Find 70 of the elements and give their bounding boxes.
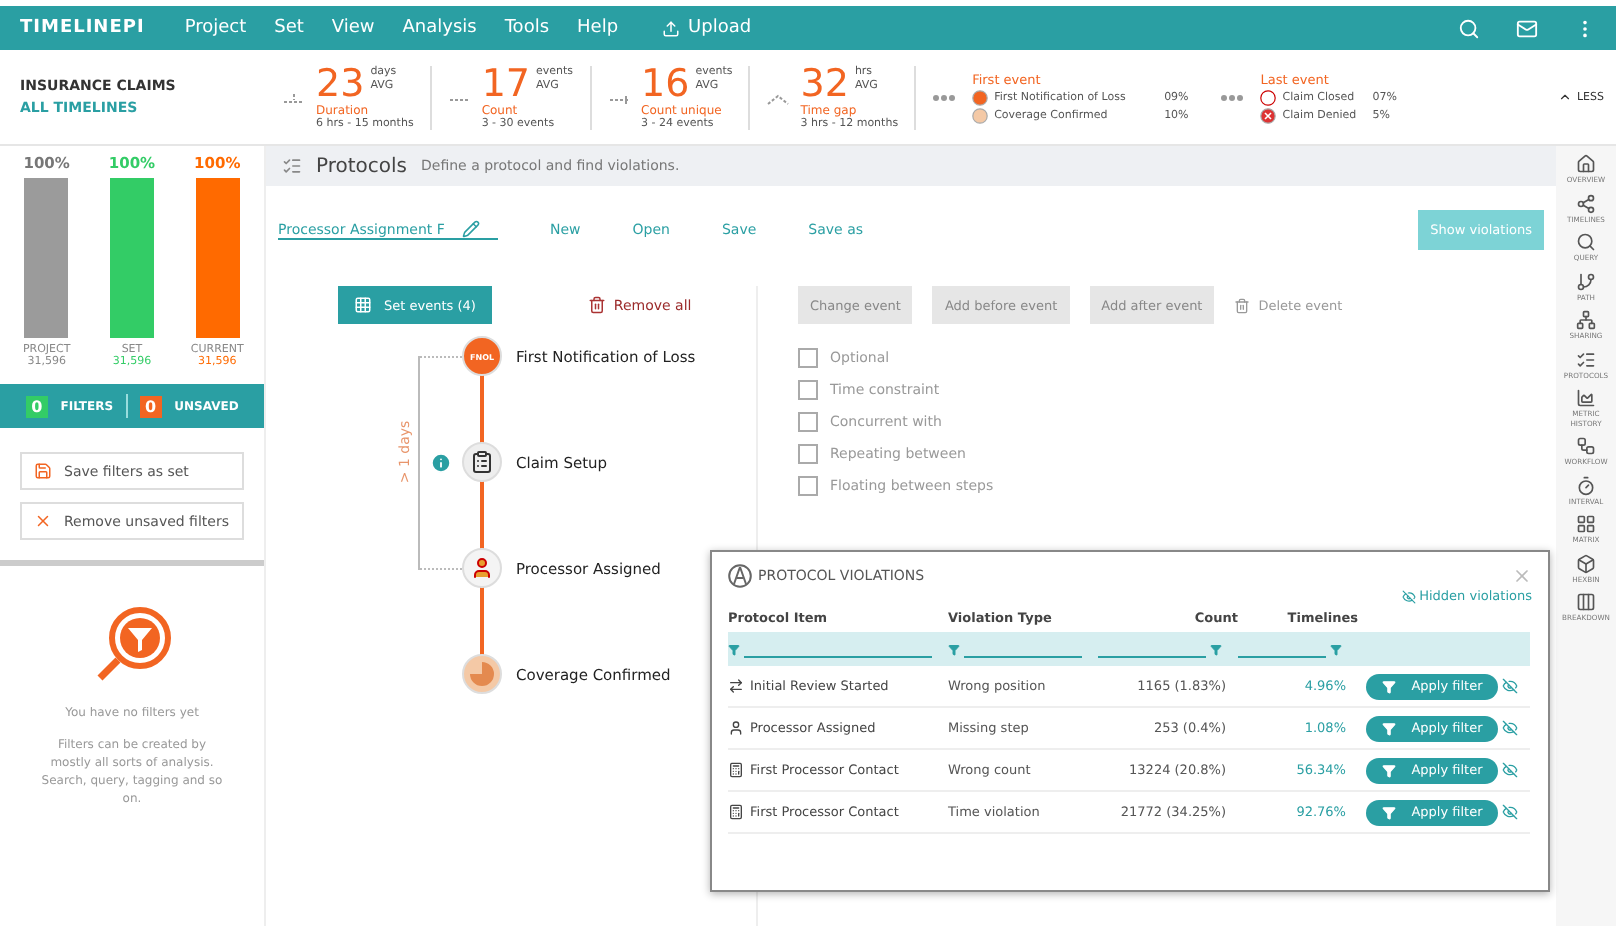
home-icon[interactable]	[1576, 154, 1596, 174]
columns-icon[interactable]	[1576, 592, 1596, 612]
pencil-icon	[462, 220, 480, 238]
checkbox[interactable]	[798, 476, 818, 496]
mail-icon[interactable]	[1516, 17, 1538, 39]
dots-icon	[1220, 93, 1245, 101]
badge-icon	[972, 89, 989, 105]
box-icon[interactable]	[1576, 553, 1596, 573]
checkbox[interactable]	[798, 444, 818, 464]
menu-item[interactable]: Help	[577, 18, 619, 38]
person-icon	[470, 556, 494, 580]
filter-icon	[1381, 679, 1396, 693]
filter-icon	[1381, 763, 1396, 777]
search-icon[interactable]	[1576, 232, 1596, 252]
arrows-icon	[728, 678, 744, 694]
filter-icon	[1381, 721, 1396, 735]
hide-icon[interactable]	[1502, 804, 1518, 820]
menu-item[interactable]: Project	[184, 18, 247, 38]
pie-icon	[470, 662, 494, 686]
filter-icon	[1330, 643, 1342, 655]
trash-icon	[1234, 297, 1251, 313]
chevron-up-icon	[1558, 90, 1573, 104]
flow-icon[interactable]	[1576, 436, 1596, 456]
checkbox[interactable]	[798, 380, 818, 400]
pie-icon	[972, 107, 989, 123]
filter-icon	[1381, 805, 1396, 819]
dots-icon	[282, 89, 306, 105]
hide-icon[interactable]	[1502, 720, 1518, 736]
checkbox[interactable]	[798, 412, 818, 432]
person-icon	[728, 720, 744, 736]
close-icon[interactable]	[1512, 566, 1532, 586]
page-title: Protocols	[316, 155, 408, 177]
upload-link[interactable]: Upload	[662, 18, 752, 38]
close-icon	[34, 512, 52, 530]
filter-icon	[728, 643, 740, 655]
filter-icon	[948, 643, 960, 655]
clipboard-icon	[470, 450, 494, 474]
menu-item[interactable]: View	[331, 18, 375, 38]
filter-icon	[1210, 643, 1222, 655]
list-icon[interactable]	[1576, 349, 1596, 369]
area-chart-icon[interactable]	[1576, 388, 1596, 408]
timer-icon[interactable]	[1576, 475, 1596, 495]
stat-value: 32	[800, 65, 849, 103]
filters-count: 0	[25, 395, 49, 417]
menu-item[interactable]: Tools	[504, 18, 550, 38]
trash-icon	[587, 296, 606, 314]
list-icon	[282, 156, 302, 176]
checkbox[interactable]	[798, 348, 818, 368]
eye-off-icon	[1401, 589, 1416, 603]
hierarchy-icon[interactable]	[1576, 310, 1596, 330]
stat-value: 16	[641, 65, 690, 103]
nodes-icon[interactable]	[1576, 193, 1596, 213]
dots-icon	[932, 93, 957, 101]
unsaved-count: 0	[139, 395, 163, 417]
app-logo: TIMELINEPI	[20, 18, 145, 38]
branch-icon[interactable]	[1576, 271, 1596, 291]
hide-icon[interactable]	[1502, 762, 1518, 778]
counter-icon	[728, 804, 744, 820]
counter-icon	[728, 762, 744, 778]
dots-icon	[766, 89, 791, 105]
stat-value: 23	[316, 65, 365, 103]
menu-item[interactable]: Analysis	[402, 18, 477, 38]
hide-icon[interactable]	[1502, 678, 1518, 694]
menu-item[interactable]: Set	[274, 18, 304, 38]
upload-icon	[662, 19, 681, 37]
save-icon	[34, 462, 52, 480]
grid-icon[interactable]	[1576, 514, 1596, 534]
stat-value: 17	[481, 65, 530, 103]
grid-icon	[354, 296, 372, 314]
cross-icon	[1260, 107, 1277, 123]
